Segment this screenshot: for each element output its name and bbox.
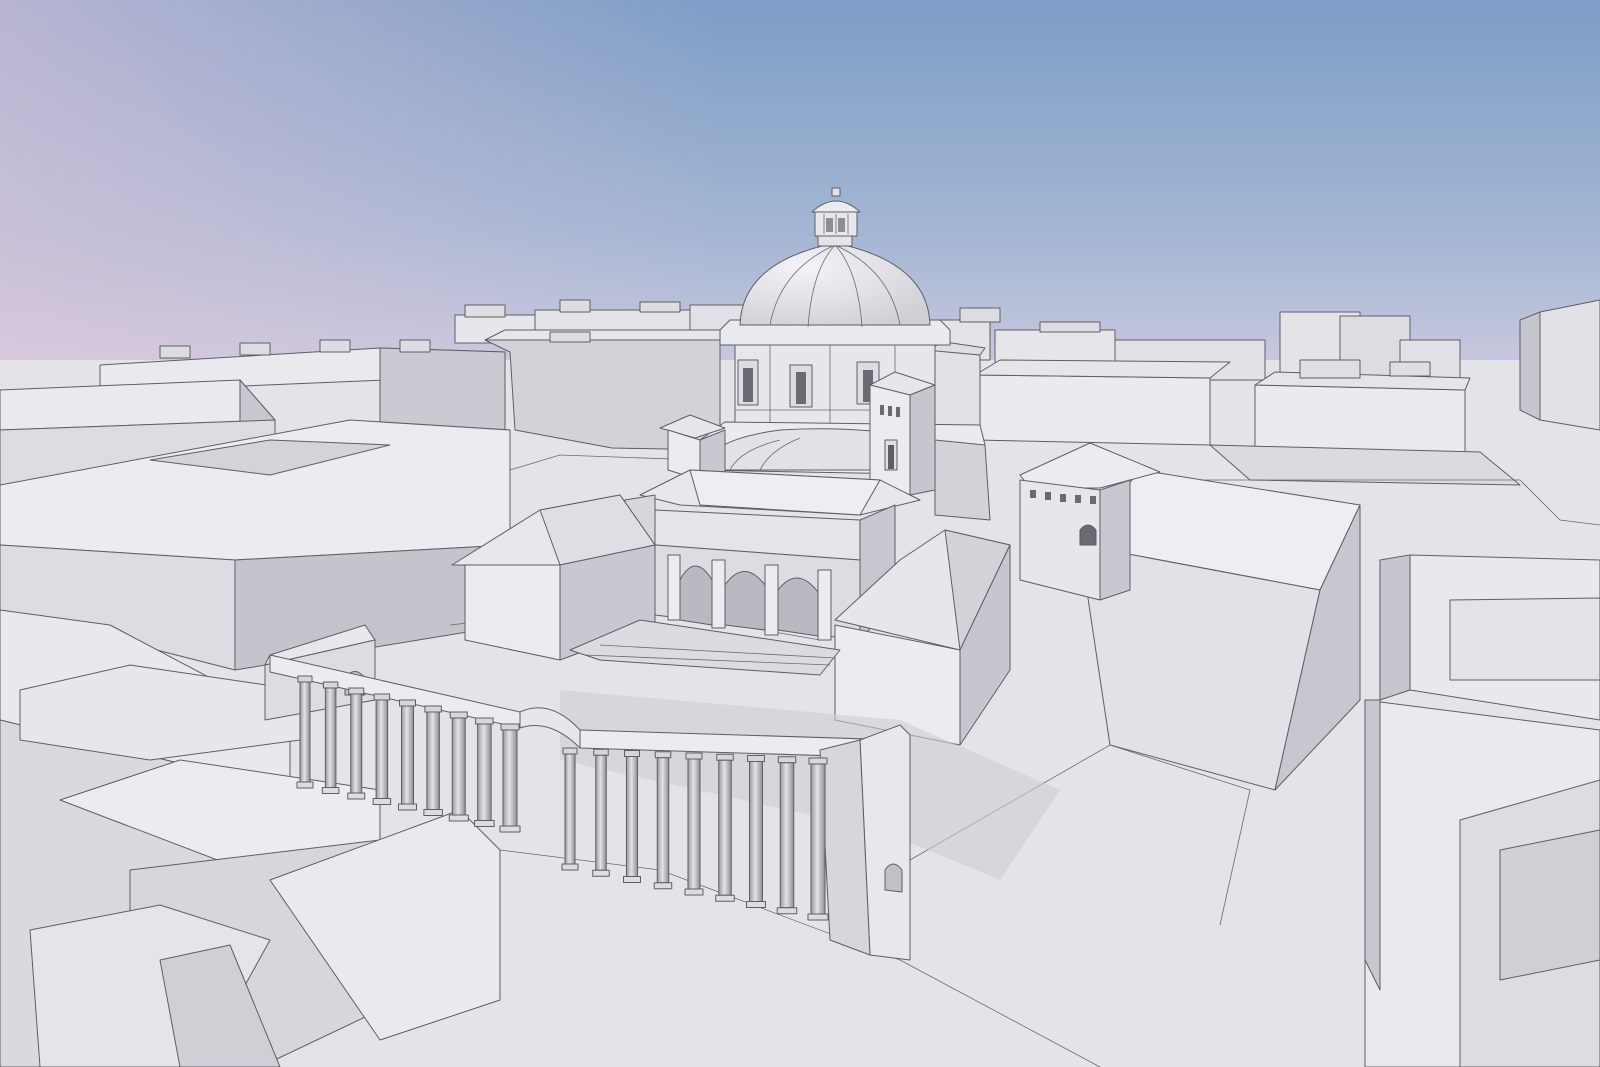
bell-tower	[869, 371, 936, 496]
right-column-6	[715, 753, 735, 902]
left-column-4	[372, 693, 392, 805]
left-column-6	[423, 705, 443, 816]
architectural-render-scene	[0, 0, 1600, 1067]
left-column-5	[398, 699, 417, 811]
left-column-9	[499, 723, 521, 833]
right-column-9	[807, 757, 829, 921]
foreground-right-blocks	[1364, 554, 1600, 1067]
right-column-3	[623, 750, 641, 883]
right-column-5	[684, 752, 704, 896]
left-column-8	[474, 717, 495, 827]
left-column-3	[347, 687, 366, 800]
right-column-7	[746, 755, 766, 908]
left-column-7	[448, 711, 469, 822]
right-column-4	[653, 751, 673, 890]
right-column-8	[776, 756, 798, 915]
